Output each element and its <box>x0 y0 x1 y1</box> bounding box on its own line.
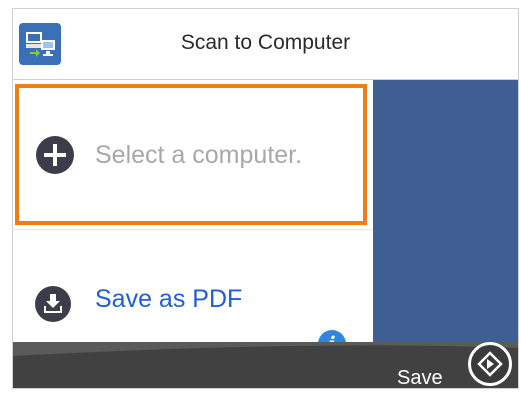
side-panel <box>373 80 518 344</box>
header-bar: Scan to Computer <box>13 9 518 80</box>
bottom-bar: Save <box>13 342 518 388</box>
download-icon <box>35 286 71 322</box>
save-as-pdf-label: Save as PDF <box>95 285 243 313</box>
select-computer-button[interactable]: Select a computer. <box>15 84 367 225</box>
start-diamond-icon <box>477 351 503 377</box>
save-as-pdf-button[interactable]: Save as PDF i <box>13 230 373 358</box>
plus-icon <box>36 136 74 174</box>
printer-screen: Scan to Computer Select a computer. Save… <box>12 8 519 389</box>
select-computer-label: Select a computer. <box>95 141 303 169</box>
page-title: Scan to Computer <box>180 31 351 54</box>
start-button[interactable] <box>468 342 512 386</box>
save-label: Save <box>397 367 443 389</box>
